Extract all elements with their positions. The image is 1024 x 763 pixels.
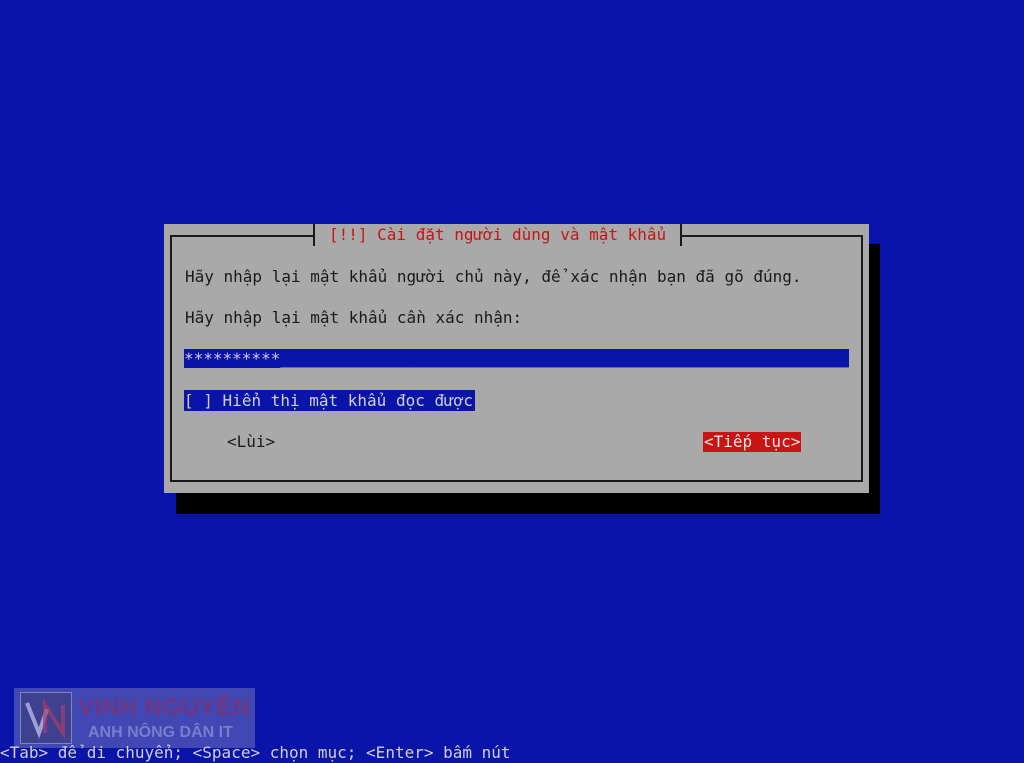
- password-field-fill: ________________________________________…: [280, 349, 849, 368]
- keyboard-help-bar: <Tab> để di chuyển; <Space> chọn mục; <E…: [0, 743, 511, 762]
- password-masked-value: **********: [184, 349, 281, 368]
- watermark-name: VINH NGUYỄN: [78, 694, 251, 721]
- watermark: VINH NGUYỄN ANH NÔNG DÂN IT: [14, 688, 255, 748]
- show-password-checkbox[interactable]: [ ] Hiển thị mật khẩu đọc được: [184, 390, 475, 411]
- show-password-label: Hiển thị mật khẩu đọc được: [222, 391, 473, 410]
- watermark-subtitle: ANH NÔNG DÂN IT: [88, 724, 233, 741]
- password-field-label: Hãy nhập lại mật khẩu cần xác nhận:: [185, 308, 523, 327]
- watermark-logo-icon: [20, 692, 72, 744]
- password-confirm-input[interactable]: **********______________________________…: [184, 349, 849, 368]
- dialog-instruction: Hãy nhập lại mật khẩu người chủ này, để …: [185, 267, 802, 286]
- dialog-title: [!!] Cài đặt người dùng và mật khẩu: [313, 224, 683, 246]
- back-button[interactable]: <Lùi>: [227, 432, 275, 452]
- checkbox-box: [ ]: [184, 391, 213, 410]
- password-confirm-dialog: [!!] Cài đặt người dùng và mật khẩu Hãy …: [164, 224, 869, 493]
- continue-button[interactable]: <Tiếp tục>: [703, 432, 802, 452]
